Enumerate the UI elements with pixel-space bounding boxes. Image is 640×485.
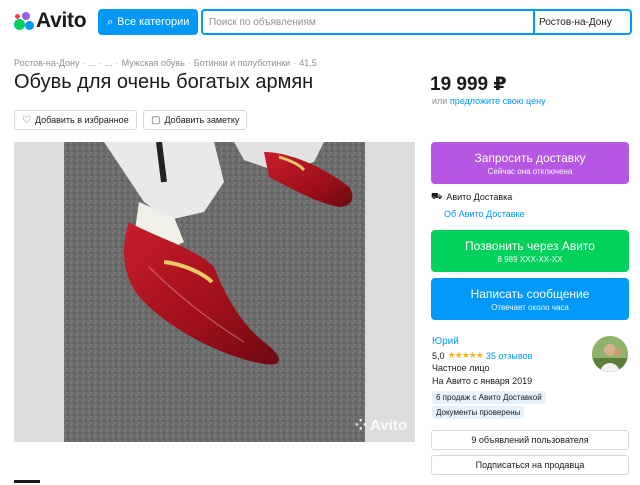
breadcrumb-separator: ·: [187, 58, 191, 68]
about-delivery-link[interactable]: Об Авито Доставке: [444, 209, 525, 219]
breadcrumb-item[interactable]: 41,5: [299, 58, 317, 68]
breadcrumb-item[interactable]: ...: [105, 58, 113, 68]
request-delivery-label: Запросить доставку: [474, 150, 586, 165]
offer-price-link[interactable]: предложите свою цену: [450, 96, 546, 106]
offer-prefix: или: [432, 96, 448, 106]
message-button[interactable]: Написать сообщение Отвечает около часа: [431, 278, 629, 320]
seller-type: Частное лицо: [432, 363, 490, 373]
breadcrumb-item[interactable]: Ростов-на-Дону: [14, 58, 80, 68]
avito-logo[interactable]: Avito: [14, 8, 87, 34]
listing-photo: [64, 142, 365, 442]
avito-watermark: ⁘ Avito: [354, 416, 407, 435]
search-input[interactable]: [203, 11, 533, 33]
listing-price: 19 999 ₽: [430, 74, 507, 95]
seller-since: На Авито с января 2019: [432, 376, 533, 386]
price-offer: или предложите свою цену: [432, 96, 546, 106]
all-categories-button[interactable]: ⌕ Все категории: [98, 9, 198, 35]
cut-off-heading: [14, 480, 40, 483]
message-sub: Отвечает около часа: [491, 302, 569, 312]
photo-gallery[interactable]: ⁘ Avito: [14, 142, 415, 442]
heart-icon: ♡: [22, 114, 31, 126]
listing-title: Обувь для очень богатых армян: [14, 71, 314, 93]
avatar-image: [592, 336, 628, 372]
message-label: Написать сообщение: [470, 286, 590, 301]
seller-rating: 5,0 ★★★★★ 35 отзывов: [432, 350, 532, 361]
add-favorite-button[interactable]: ♡ Добавить в избранное: [14, 110, 137, 130]
seller-avatar[interactable]: [592, 336, 628, 372]
breadcrumb-item[interactable]: Ботинки и полуботинки: [194, 58, 290, 68]
rating-value: 5,0: [432, 350, 445, 361]
watermark-dots-icon: ⁘: [354, 417, 368, 434]
user-listings-button[interactable]: 9 объявлений пользователя: [431, 430, 629, 450]
add-note-button[interactable]: ▢ Добавить заметку: [143, 110, 248, 130]
seller-name[interactable]: Юрий: [432, 336, 459, 347]
breadcrumb-separator: ·: [293, 58, 297, 68]
breadcrumb-separator: ·: [82, 58, 86, 68]
call-label: Позвонить через Авито: [465, 238, 595, 253]
request-delivery-button[interactable]: Запросить доставку Сейчас она отключена: [431, 142, 629, 184]
search-bar: Ростов-на-Дону: [201, 9, 632, 35]
reviews-link[interactable]: 35 отзывов: [486, 351, 533, 361]
request-delivery-sub: Сейчас она отключена: [487, 166, 573, 176]
breadcrumb-item[interactable]: Мужская обувь: [122, 58, 185, 68]
city-selector[interactable]: Ростов-на-Дону: [533, 11, 630, 33]
shoe-photo-illustration: [64, 142, 365, 442]
rating-stars-icon: ★★★★★: [447, 350, 484, 360]
breadcrumb: Ростов-на-Дону · ... · ... · Мужская обу…: [14, 58, 317, 68]
documents-verified-badge: Документы проверены: [432, 406, 525, 419]
search-icon: ⌕: [107, 15, 114, 28]
truck-icon: ⛟: [431, 191, 443, 201]
breadcrumb-separator: ·: [99, 58, 103, 68]
logo-dots-icon: [14, 11, 34, 31]
avito-delivery-info: ⛟ Авито Доставка: [431, 191, 512, 203]
add-note-label: Добавить заметку: [164, 115, 240, 125]
breadcrumb-item[interactable]: ...: [89, 58, 97, 68]
logo-text: Avito: [36, 9, 87, 32]
call-phone: 8 989 XXX-XX-XX: [497, 254, 563, 264]
subscribe-seller-button[interactable]: Подписаться на продавца: [431, 455, 629, 475]
watermark-text: Avito: [370, 416, 407, 434]
all-categories-label: Все категории: [117, 16, 190, 28]
delivery-label: Авито Доставка: [446, 192, 513, 202]
delivery-sales-badge: 6 продаж с Авито Доставкой: [432, 391, 546, 404]
note-icon: ▢: [151, 114, 161, 126]
call-button[interactable]: Позвонить через Авито 8 989 XXX-XX-XX: [431, 230, 629, 272]
add-favorite-label: Добавить в избранное: [34, 115, 129, 125]
breadcrumb-separator: ·: [115, 58, 119, 68]
